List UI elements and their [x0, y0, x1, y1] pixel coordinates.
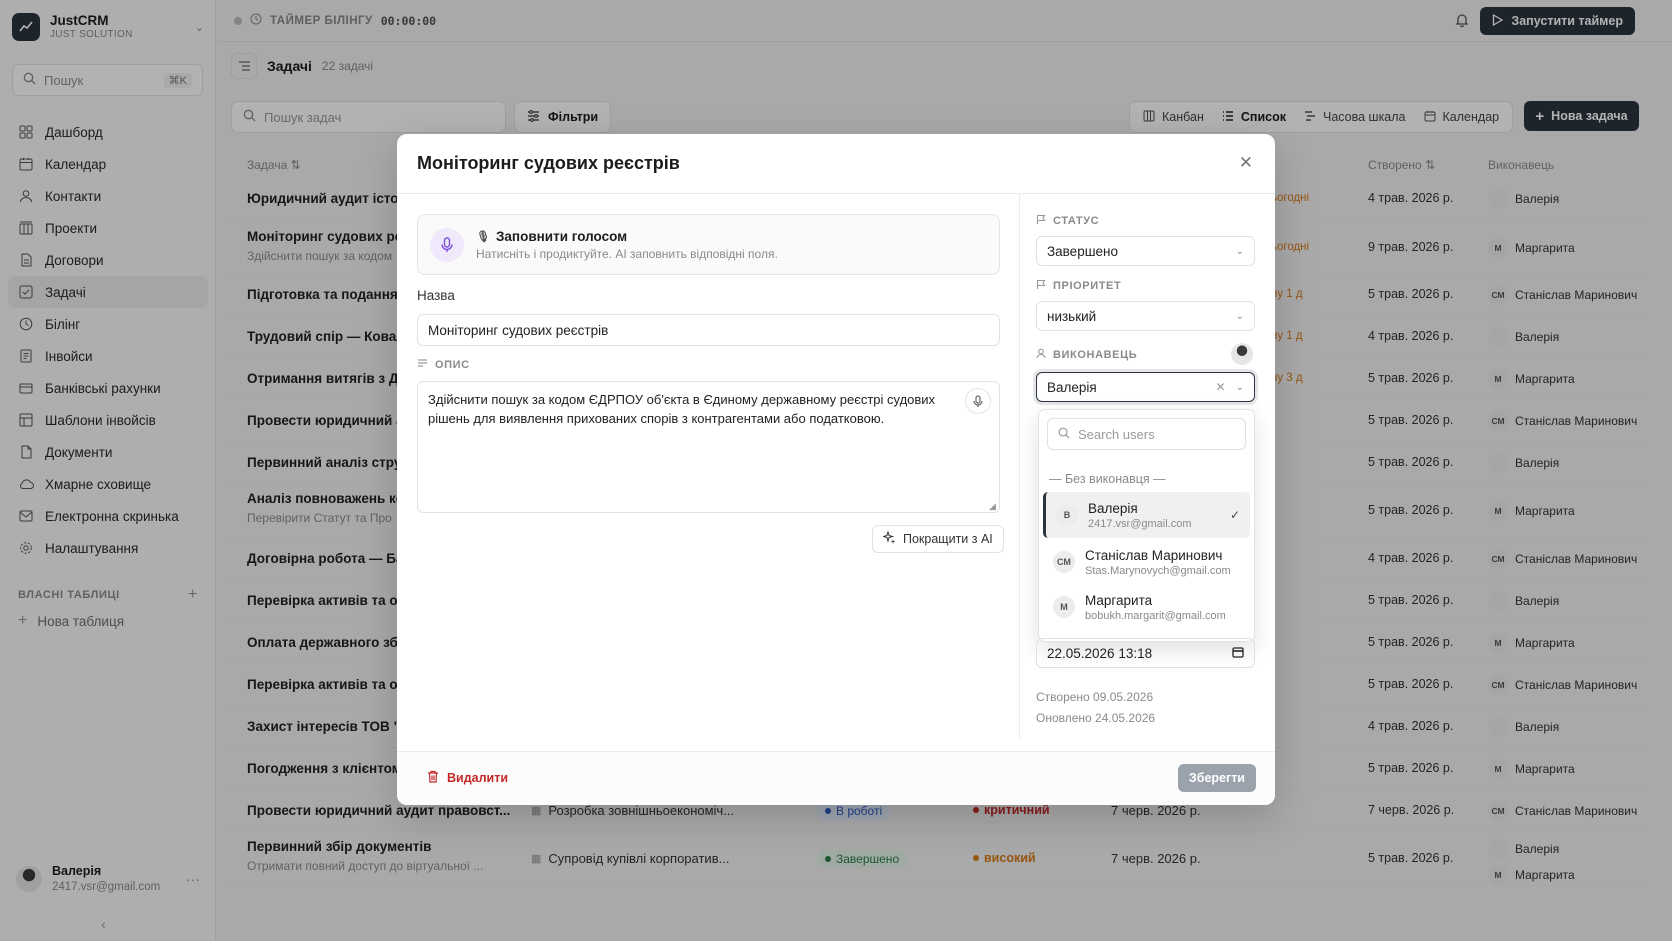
status-value: Завершено [1047, 243, 1119, 259]
priority-label-row: ПРІОРИТЕТ [1036, 279, 1121, 293]
avatar: В [1056, 504, 1078, 526]
user-option-name: Валерія [1088, 500, 1138, 516]
chevron-down-icon: ⌄ [1235, 381, 1244, 393]
user-option-email: bobukh.margarit@gmail.com [1085, 609, 1226, 622]
description-textarea[interactable]: Здійснити пошук за кодом ЄДРПОУ об'єкта … [417, 381, 1000, 513]
flag-icon [1036, 279, 1046, 293]
check-icon: ✓ [1229, 508, 1240, 522]
flag-icon [1036, 214, 1046, 228]
modal-header: Моніторинг судових реєстрів [397, 134, 1275, 194]
assignee-value: Валерія [1047, 379, 1097, 395]
chevron-down-icon: ⌄ [1235, 310, 1244, 322]
avatar: СМ [1053, 551, 1075, 573]
user-icon [1036, 348, 1046, 362]
search-icon [1058, 427, 1070, 442]
resize-handle-icon[interactable]: ◢ [989, 501, 996, 512]
user-option[interactable]: СМ Станіслав Маринович Stas.Marynovych@gma… [1043, 539, 1250, 585]
voice-fill-hint: Натисніть і продиктуйте. AI заповнить ві… [476, 246, 778, 261]
status-label-row: СТАТУС [1036, 214, 1099, 228]
delete-label: Видалити [447, 771, 509, 785]
modal-title: Моніторинг судових реєстрів [417, 153, 680, 173]
improve-with-ai-label: Покращити з AI [903, 532, 993, 546]
updated-meta: Оновлено 24.05.2026 [1036, 711, 1156, 725]
delete-button[interactable]: Видалити [427, 770, 508, 786]
user-option-email: Stas.Marynovych@gmail.com [1085, 564, 1231, 577]
user-option-name: Маргарита [1085, 592, 1153, 608]
name-label: Назва [417, 288, 455, 303]
trash-icon [427, 770, 439, 786]
avatar: М [1053, 596, 1075, 618]
task-edit-modal: Моніторинг судових реєстрів ✕ 🎙︎ Заповнит… [397, 134, 1275, 805]
task-name-input[interactable]: Моніторинг судових реєстрів [417, 314, 1000, 346]
clear-icon[interactable]: ✕ [1216, 380, 1226, 394]
voice-fill-button[interactable]: 🎙︎ Заповнити голосом Натисніть і продикту… [417, 214, 1000, 275]
description-label: ОПИС [435, 358, 470, 371]
text-icon [417, 358, 428, 371]
status-label: СТАТУС [1053, 215, 1100, 227]
modal-footer: Видалити Зберегти [397, 751, 1275, 805]
save-button[interactable]: Зберегти [1177, 764, 1256, 792]
user-option[interactable]: М Маргарита bobukh.margarit@gmail.com [1043, 584, 1250, 630]
dictate-description-icon[interactable] [965, 388, 991, 414]
assignee-label: ВИКОНАВЕЦЬ [1053, 349, 1138, 361]
assignee-label-row: ВИКОНАВЕЦЬ [1036, 348, 1137, 362]
due-date-input[interactable]: 22.05.2026 13:18 [1036, 638, 1255, 668]
description-label-row: ОПИС [417, 358, 470, 371]
priority-select[interactable]: низький ⌄ [1036, 301, 1255, 331]
no-assignee-option[interactable]: — Без виконавця — [1049, 472, 1166, 486]
user-search-input[interactable]: Search users [1047, 418, 1246, 450]
improve-with-ai-button[interactable]: Покращити з AI [872, 525, 1004, 553]
modal-column-divider [1019, 194, 1020, 740]
assignee-dropdown: Search users — Без виконавця — В Валерія 2… [1038, 409, 1255, 642]
assignee-avatar [1231, 343, 1253, 365]
created-meta: Створено 09.05.2026 [1036, 690, 1154, 704]
due-date-value: 22.05.2026 13:18 [1047, 645, 1153, 661]
calendar-icon[interactable] [1232, 646, 1244, 661]
user-search-placeholder: Search users [1078, 426, 1155, 442]
chevron-down-icon: ⌄ [1235, 245, 1244, 257]
microphone-icon [430, 227, 464, 262]
microphone-small-icon: 🎙︎ [476, 230, 490, 243]
user-option-email: 2417.vsr@gmail.com [1088, 517, 1192, 530]
priority-label: ПРІОРИТЕТ [1053, 280, 1122, 292]
close-icon[interactable]: ✕ [1239, 153, 1253, 173]
user-option-name: Станіслав Маринович [1085, 547, 1223, 563]
priority-value: низький [1047, 308, 1097, 324]
status-select[interactable]: Завершено ⌄ [1036, 236, 1255, 266]
sparkles-icon [881, 530, 896, 547]
assignee-select[interactable]: Валерія ✕ ⌄ [1036, 372, 1255, 402]
voice-fill-title: Заповнити голосом [495, 228, 628, 244]
user-option[interactable]: В Валерія 2417.vsr@gmail.com ✓ [1043, 492, 1250, 538]
